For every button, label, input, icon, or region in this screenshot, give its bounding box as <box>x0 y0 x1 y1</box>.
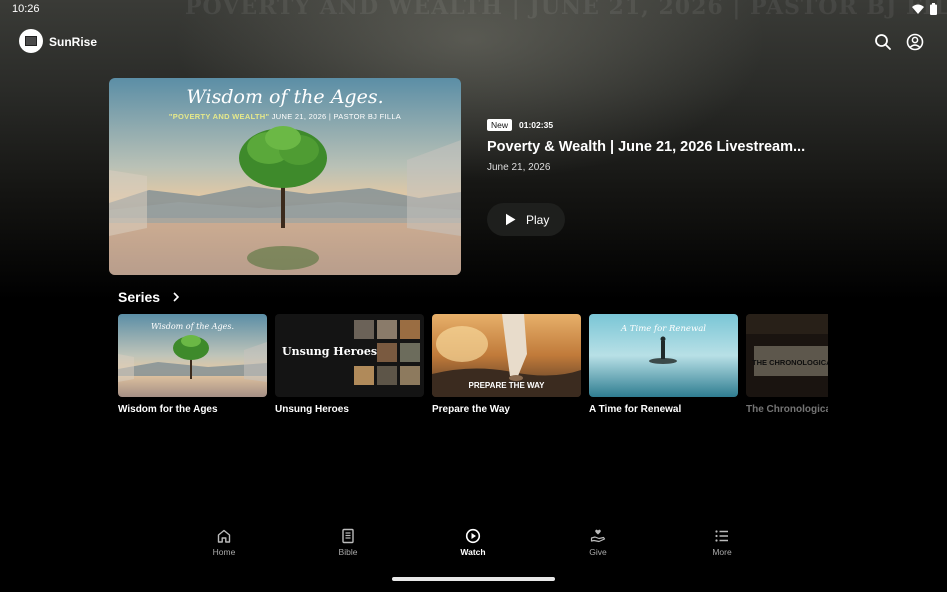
hero-headline[interactable]: Poverty & Wealth | June 21, 2026 Livestr… <box>487 139 817 155</box>
series-thumb: Wisdom of the Ages. <box>118 314 267 397</box>
hero-image-subtitle: "POVERTY AND WEALTH" JUNE 21, 2026 | PAS… <box>109 112 461 121</box>
nav-label-give: Give <box>589 547 607 557</box>
series-card-label: Unsung Heroes <box>275 404 349 415</box>
app-bar: SunRise <box>0 28 947 56</box>
battery-icon <box>930 3 937 15</box>
hero-image-subtitle-rest: JUNE 21, 2026 | PASTOR BJ FILLA <box>269 112 402 121</box>
hero-thumbnail[interactable]: Wisdom of the Ages. "POVERTY AND WEALTH"… <box>109 78 461 275</box>
series-thumb: THE CHRONOLOGICAL <box>746 314 828 397</box>
hero-image-subtitle-highlight: "POVERTY AND WEALTH" <box>168 112 270 121</box>
chevron-right-icon <box>173 292 180 302</box>
give-icon <box>590 529 606 543</box>
series-thumb: A Time for Renewal <box>589 314 738 397</box>
series-card-wisdom[interactable]: Wisdom of the Ages. Wisdom for the Ages <box>118 314 267 415</box>
bottom-nav: Home Bible Watch Give More <box>0 528 947 568</box>
series-card-time-for-renewal[interactable]: A Time for Renewal A Time for Renewal <box>589 314 738 415</box>
search-icon[interactable] <box>873 32 893 52</box>
app-logo[interactable] <box>19 29 43 53</box>
series-card-prepare-the-way[interactable]: PREPARE THE WAY Prepare the Way <box>432 314 581 415</box>
app-name: SunRise <box>49 35 98 49</box>
nav-label-home: Home <box>212 547 236 557</box>
home-icon <box>217 529 231 543</box>
nav-item-more[interactable]: More <box>687 528 757 557</box>
duration-badge: 01:02:35 <box>519 120 554 130</box>
nav-label-watch: Watch <box>460 547 486 557</box>
series-thumb: PREPARE THE WAY <box>432 314 581 397</box>
more-icon <box>715 530 728 542</box>
nav-item-bible[interactable]: Bible <box>313 528 383 557</box>
series-header[interactable]: Series <box>118 289 180 305</box>
nav-label-more: More <box>712 547 732 557</box>
nav-label-bible: Bible <box>338 547 358 557</box>
series-thumb-text: Wisdom of the Ages. <box>150 322 235 331</box>
bible-icon <box>342 528 354 544</box>
hero-info: New 01:02:35 Poverty & Wealth | June 21,… <box>487 119 817 173</box>
series-card-unsung-heroes[interactable]: Unsung Heroes Unsung Heroes <box>275 314 424 415</box>
play-button-label: Play <box>526 212 550 227</box>
new-badge: New <box>487 119 513 131</box>
wifi-icon <box>912 4 924 14</box>
series-card-label: A Time for Renewal <box>589 404 682 415</box>
play-icon <box>506 213 516 226</box>
series-thumb-text: A Time for Renewal <box>620 324 707 334</box>
hero-image-title: Wisdom of the Ages. <box>186 86 384 108</box>
gesture-home-indicator[interactable] <box>392 577 555 581</box>
watch-icon <box>465 528 481 544</box>
status-bar: 10:26 <box>0 0 947 20</box>
series-title: Series <box>118 289 161 305</box>
logo-mark <box>25 36 37 46</box>
series-card-chronological[interactable]: THE CHRONOLOGICAL The Chronological <box>746 314 828 415</box>
nav-item-give[interactable]: Give <box>563 528 633 557</box>
series-card-label: Wisdom for the Ages <box>118 404 218 415</box>
hero-badges: New 01:02:35 <box>487 119 817 131</box>
series-card-label: The Chronological <box>746 404 828 415</box>
series-thumb-text: THE CHRONOLOGICAL <box>752 358 828 367</box>
account-icon[interactable] <box>905 32 925 52</box>
status-time: 10:26 <box>12 3 40 15</box>
status-icons <box>912 3 937 15</box>
hero-date: June 21, 2026 <box>487 162 551 173</box>
nav-item-watch[interactable]: Watch <box>438 528 508 557</box>
series-card-label: Prepare the Way <box>432 404 510 415</box>
play-button[interactable]: Play <box>487 203 565 236</box>
series-row[interactable]: Wisdom of the Ages. Wisdom for the Ages … <box>118 314 828 424</box>
series-thumb: Unsung Heroes <box>275 314 424 397</box>
series-thumb-text: Unsung Heroes <box>282 345 378 358</box>
series-thumb-text: PREPARE THE WAY <box>468 381 545 390</box>
nav-item-home[interactable]: Home <box>189 528 259 557</box>
